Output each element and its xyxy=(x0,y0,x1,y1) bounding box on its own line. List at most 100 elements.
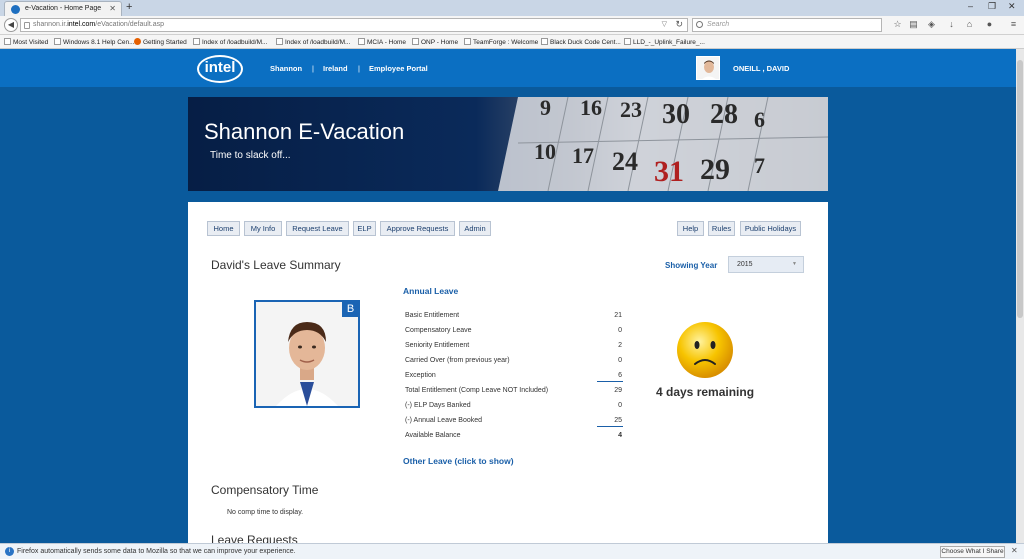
bookmark-icon xyxy=(4,38,11,45)
bookmark-item[interactable]: MCIA - Home xyxy=(358,38,406,46)
year-select[interactable]: 2015 ▼ xyxy=(728,256,804,273)
annual-leave-title: Annual Leave xyxy=(403,286,459,296)
calendar-number: 6 xyxy=(754,107,765,132)
leave-row-value: 21 xyxy=(614,312,622,319)
sad-face-icon xyxy=(676,321,734,379)
nav-public-holidays[interactable]: Public Holidays xyxy=(740,221,801,236)
other-leave-link[interactable]: Other Leave (click to show) xyxy=(403,456,514,466)
bookmark-item[interactable]: Index of /loadbuild/M... xyxy=(276,38,350,46)
calendar-number: 10 xyxy=(534,139,556,164)
leave-row-value: 6 xyxy=(618,372,622,379)
nav-request-leave[interactable]: Request Leave xyxy=(286,221,349,236)
nav-my-info[interactable]: My Info xyxy=(244,221,282,236)
calendar-number: 23 xyxy=(620,97,642,122)
chat-icon[interactable]: ● xyxy=(984,19,995,30)
browser-nav-bar: ◀ shannon.ir.intel.com/eVacation/default… xyxy=(0,16,1024,35)
leave-row-label: Available Balance xyxy=(405,432,461,439)
year-value: 2015 xyxy=(737,261,753,268)
bookmark-item[interactable]: Black Duck Code Cent... xyxy=(541,38,621,46)
available-balance-value: 4 xyxy=(618,432,622,439)
calendar-number: 16 xyxy=(580,97,602,120)
url-dropdown-icon[interactable]: ▽ xyxy=(662,20,667,28)
calendar-number: 28 xyxy=(710,99,738,130)
reading-list-icon[interactable]: ▤ xyxy=(908,19,919,30)
bookmark-item[interactable]: Getting Started xyxy=(134,38,187,46)
notification-message: Firefox automatically sends some data to… xyxy=(17,548,296,555)
bookmark-star-icon[interactable]: ☆ xyxy=(892,19,903,30)
search-input[interactable]: Search xyxy=(692,18,882,32)
bookmark-item[interactable]: TeamForge : Welcome xyxy=(464,38,538,46)
menu-icon[interactable]: ≡ xyxy=(1008,19,1019,30)
sum-divider xyxy=(597,426,623,427)
bookmark-item[interactable]: LLD_-_Uplink_Failure_... xyxy=(624,38,705,46)
tab-title: e-Vacation - Home Page xyxy=(25,5,102,12)
pocket-icon[interactable]: ◈ xyxy=(926,19,937,30)
nav-elp[interactable]: ELP xyxy=(353,221,376,236)
banner-title: Shannon E-Vacation xyxy=(204,119,405,144)
reload-icon[interactable]: ↻ xyxy=(675,19,683,30)
leave-row-label: Carried Over (from previous year) xyxy=(405,357,510,364)
leave-row-value: 29 xyxy=(614,387,622,394)
close-tab-icon[interactable]: ✕ xyxy=(109,4,116,13)
comp-time-empty: No comp time to display. xyxy=(227,509,304,516)
leave-row-value: 25 xyxy=(614,417,622,424)
bookmark-icon xyxy=(276,38,283,45)
leave-row-value: 0 xyxy=(618,327,622,334)
bookmark-item[interactable]: Windows 8.1 Help Cen... xyxy=(54,38,135,46)
bookmark-item[interactable]: Index of /loadbuild/M... xyxy=(193,38,267,46)
nav-admin[interactable]: Admin xyxy=(459,221,491,236)
leave-row-value: 0 xyxy=(618,402,622,409)
user-name[interactable]: ONEILL , DAVID xyxy=(733,64,789,73)
maximize-icon[interactable]: ❐ xyxy=(988,1,996,12)
bookmark-item[interactable]: ONP - Home xyxy=(412,38,458,46)
intel-logo[interactable]: intel xyxy=(197,55,243,83)
scrollbar-thumb[interactable] xyxy=(1017,60,1023,318)
sum-divider xyxy=(597,381,623,382)
firefox-icon xyxy=(134,38,141,45)
download-icon[interactable]: ↓ xyxy=(946,19,957,30)
nav-approve-requests[interactable]: Approve Requests xyxy=(380,221,455,236)
browser-tab[interactable]: e-Vacation - Home Page ✕ xyxy=(4,1,122,16)
photo-badge: B xyxy=(342,301,359,317)
url-bar[interactable]: shannon.ir.intel.com/eVacation/default.a… xyxy=(20,18,688,32)
site-info-icon[interactable] xyxy=(24,22,30,29)
notification-bar: i Firefox automatically sends some data … xyxy=(0,543,1024,559)
minimize-icon[interactable]: – xyxy=(968,1,973,11)
calendar-number: 24 xyxy=(612,147,638,176)
leave-row-label: Compensatory Leave xyxy=(405,327,472,334)
header-link-shannon[interactable]: Shannon xyxy=(270,64,302,73)
leave-row-value: 2 xyxy=(618,342,622,349)
bookmark-icon xyxy=(193,38,200,45)
url-prefix: shannon.ir. xyxy=(33,21,68,28)
leave-row-label: Exception xyxy=(405,372,436,379)
home-icon[interactable]: ⌂ xyxy=(964,19,975,30)
calendar-number: 9 xyxy=(540,97,551,120)
search-placeholder: Search xyxy=(707,21,730,28)
header-link-employee-portal[interactable]: Employee Portal xyxy=(369,64,428,73)
back-button[interactable]: ◀ xyxy=(4,18,18,32)
header-link-ireland[interactable]: Ireland xyxy=(323,64,348,73)
nav-help[interactable]: Help xyxy=(677,221,704,236)
nav-home[interactable]: Home xyxy=(207,221,240,236)
browser-tab-bar: e-Vacation - Home Page ✕ + – ❐ ✕ xyxy=(0,0,1024,16)
days-remaining: 4 days remaining xyxy=(656,385,755,399)
close-window-icon[interactable]: ✕ xyxy=(1008,1,1016,12)
new-tab-button[interactable]: + xyxy=(126,1,132,13)
comp-time-title: Compensatory Time xyxy=(211,483,319,497)
choose-what-i-share-button[interactable]: Choose What I Share xyxy=(940,546,1005,558)
site-header xyxy=(0,49,1024,87)
bookmarks-bar: Most Visited Windows 8.1 Help Cen... Get… xyxy=(0,35,1024,49)
close-icon[interactable]: ✕ xyxy=(1011,546,1018,555)
calendar-number: 7 xyxy=(754,153,765,178)
leave-row-label: Total Entitlement (Comp Leave NOT Includ… xyxy=(405,387,549,394)
showing-year-label: Showing Year xyxy=(665,261,718,270)
bookmark-icon xyxy=(54,38,61,45)
nav-rules[interactable]: Rules xyxy=(708,221,735,236)
avatar[interactable] xyxy=(696,56,720,80)
header-separator: | xyxy=(358,64,360,73)
calendar-number: 29 xyxy=(700,153,730,186)
leave-row-label: Basic Entitlement xyxy=(405,312,460,319)
calendar-number: 31 xyxy=(654,155,684,188)
bookmark-icon xyxy=(464,38,471,45)
bookmark-item[interactable]: Most Visited xyxy=(4,38,48,46)
